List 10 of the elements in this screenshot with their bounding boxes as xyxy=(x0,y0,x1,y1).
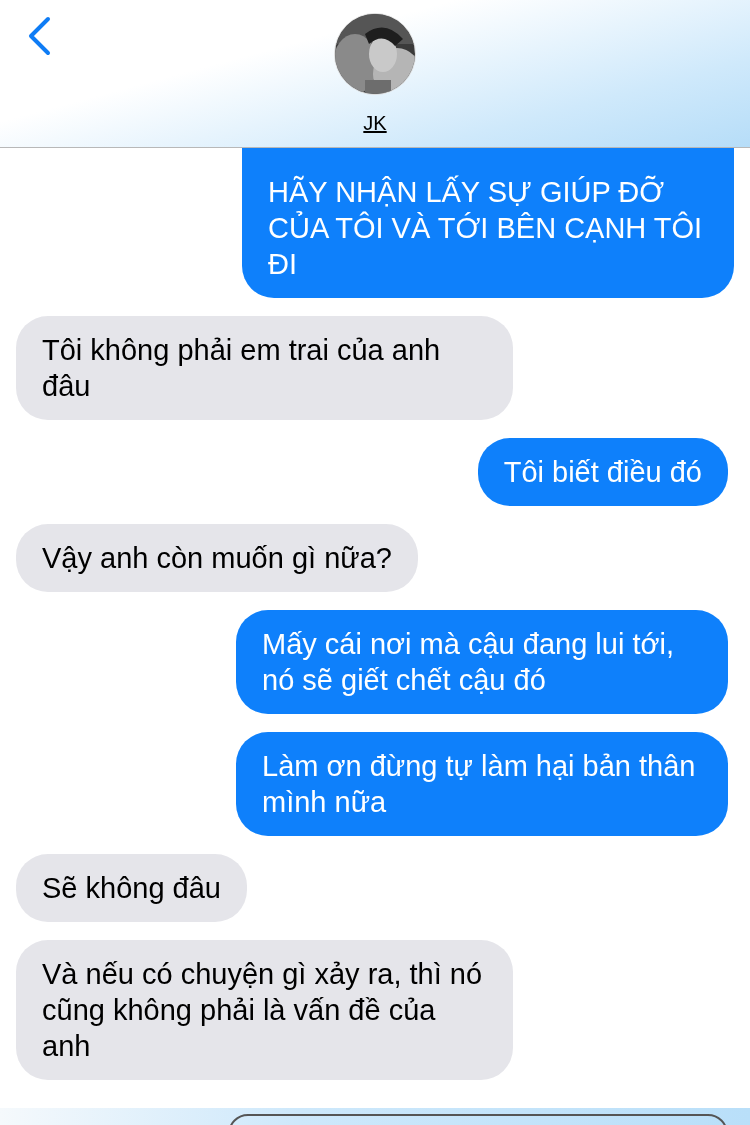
contact-name[interactable]: JK xyxy=(363,112,387,134)
sent-message: Tôi biết điều đó xyxy=(477,438,728,506)
back-icon[interactable] xyxy=(26,16,52,56)
sent-message: Làm ơn đừng tự làm hại bản thân mình nữa xyxy=(236,732,728,836)
sent-message: Mấy cái nơi mà cậu đang lui tới, nó sẽ giết chết cậu đó xyxy=(236,610,728,714)
received-message: Và nếu có chuyện gì xảy ra, thì nó cũng không phải là vấn đề của anh xyxy=(16,940,513,1080)
sent-message: HÃY NHẬN LẤY SỰ GIÚP ĐỠ CỦA TÔI VÀ TỚI BÊN CẠNH TÔI ĐI xyxy=(242,148,734,298)
received-message: Sẽ không đâu xyxy=(16,854,247,922)
received-message: Tôi không phải em trai của anh đâu xyxy=(16,316,513,420)
received-message: Vậy anh còn muốn gì nữa? xyxy=(16,524,418,592)
